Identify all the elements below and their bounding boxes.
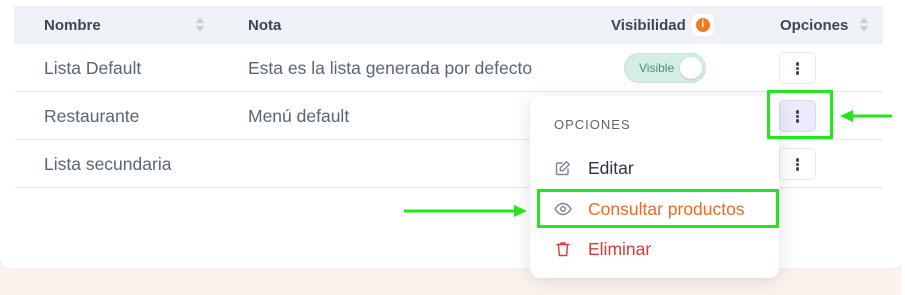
annotation-arrows — [404, 110, 892, 217]
arrow-to-options-button-icon — [840, 110, 892, 122]
arrow-to-view-products-icon — [404, 205, 527, 217]
